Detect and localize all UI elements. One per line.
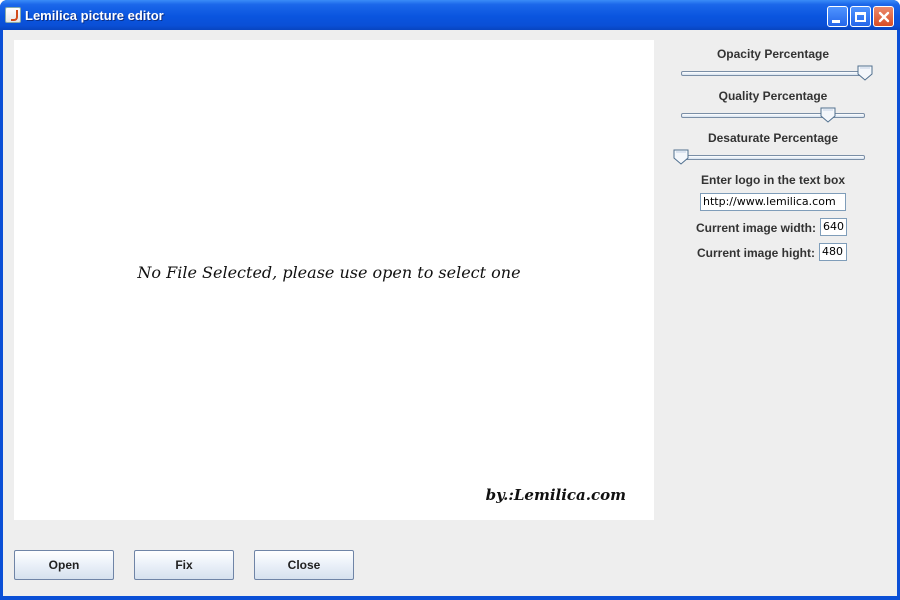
fix-button[interactable]: Fix: [134, 550, 234, 580]
quality-slider[interactable]: [681, 107, 865, 127]
maximize-button[interactable]: [850, 6, 871, 27]
java-cup-icon: [5, 7, 21, 23]
logo-label: Enter logo in the text box: [700, 173, 845, 187]
title-bar[interactable]: Lemilica picture editor: [0, 0, 900, 30]
logo-text-input[interactable]: http://www.lemilica.com: [700, 193, 846, 211]
slider-track: [681, 71, 865, 76]
desaturate-label: Desaturate Percentage: [707, 131, 839, 145]
opacity-slider[interactable]: [681, 65, 873, 85]
slider-thumb[interactable]: [857, 65, 873, 81]
close-window-button[interactable]: [873, 6, 894, 27]
client-area: No File Selected, please use open to sel…: [3, 30, 897, 596]
height-input[interactable]: 480: [819, 243, 847, 261]
slider-track: [681, 155, 865, 160]
quality-label: Quality Percentage: [718, 89, 828, 103]
close-button[interactable]: Close: [254, 550, 354, 580]
opacity-label: Opacity Percentage: [716, 47, 830, 61]
desaturate-slider[interactable]: [673, 149, 865, 169]
app-window: Lemilica picture editor No File Selected…: [0, 0, 900, 600]
slider-track: [681, 113, 865, 118]
width-label: Current image width:: [695, 221, 816, 235]
window-title: Lemilica picture editor: [25, 8, 164, 23]
width-input[interactable]: 640: [820, 218, 847, 236]
slider-thumb[interactable]: [673, 149, 689, 165]
minimize-button[interactable]: [827, 6, 848, 27]
image-canvas: No File Selected, please use open to sel…: [14, 40, 654, 520]
open-button[interactable]: Open: [14, 550, 114, 580]
no-file-message: No File Selected, please use open to sel…: [137, 263, 521, 282]
height-label: Current image hight:: [696, 246, 815, 260]
close-icon: [878, 11, 889, 22]
minimize-icon: [831, 19, 840, 23]
credit-text: by.:Lemilica.com: [485, 486, 626, 504]
slider-thumb[interactable]: [820, 107, 836, 123]
maximize-icon: [855, 11, 866, 22]
